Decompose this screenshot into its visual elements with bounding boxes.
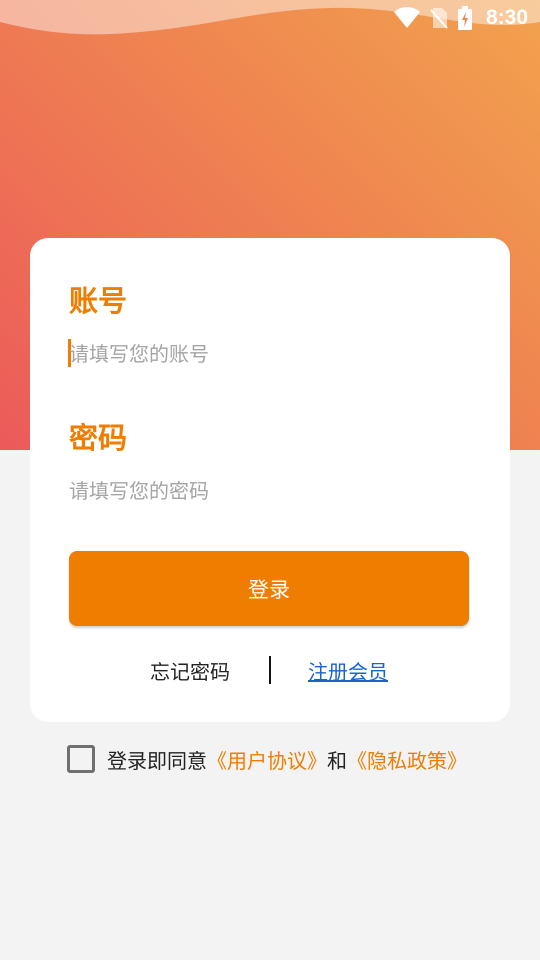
status-bar: 8:30 — [0, 0, 540, 36]
status-time: 8:30 — [485, 6, 528, 29]
register-link[interactable]: 注册会员 — [308, 656, 388, 685]
no-sim-icon — [430, 7, 448, 29]
agreement-row: 登录即同意 《用户协议》 和 《隐私政策》 — [67, 744, 467, 774]
privacy-policy-link[interactable]: 《隐私政策》 — [347, 745, 467, 774]
agreement-conjunction: 和 — [327, 748, 347, 773]
battery-charging-icon — [457, 6, 472, 30]
account-input[interactable] — [69, 334, 469, 374]
account-label: 账号 — [69, 284, 128, 318]
password-input[interactable] — [69, 471, 469, 511]
account-links-row: 忘记密码 注册会员 — [30, 656, 510, 686]
wifi-icon — [393, 7, 420, 29]
link-divider — [269, 656, 271, 684]
password-label: 密码 — [69, 421, 128, 455]
forgot-password-link[interactable]: 忘记密码 — [150, 656, 230, 685]
login-card: 账号 密码 登录 忘记密码 注册会员 — [30, 238, 510, 722]
login-button[interactable]: 登录 — [69, 551, 469, 626]
user-agreement-link[interactable]: 《用户协议》 — [207, 745, 327, 774]
agreement-prefix: 登录即同意 — [107, 748, 207, 773]
agreement-checkbox[interactable] — [67, 745, 95, 773]
